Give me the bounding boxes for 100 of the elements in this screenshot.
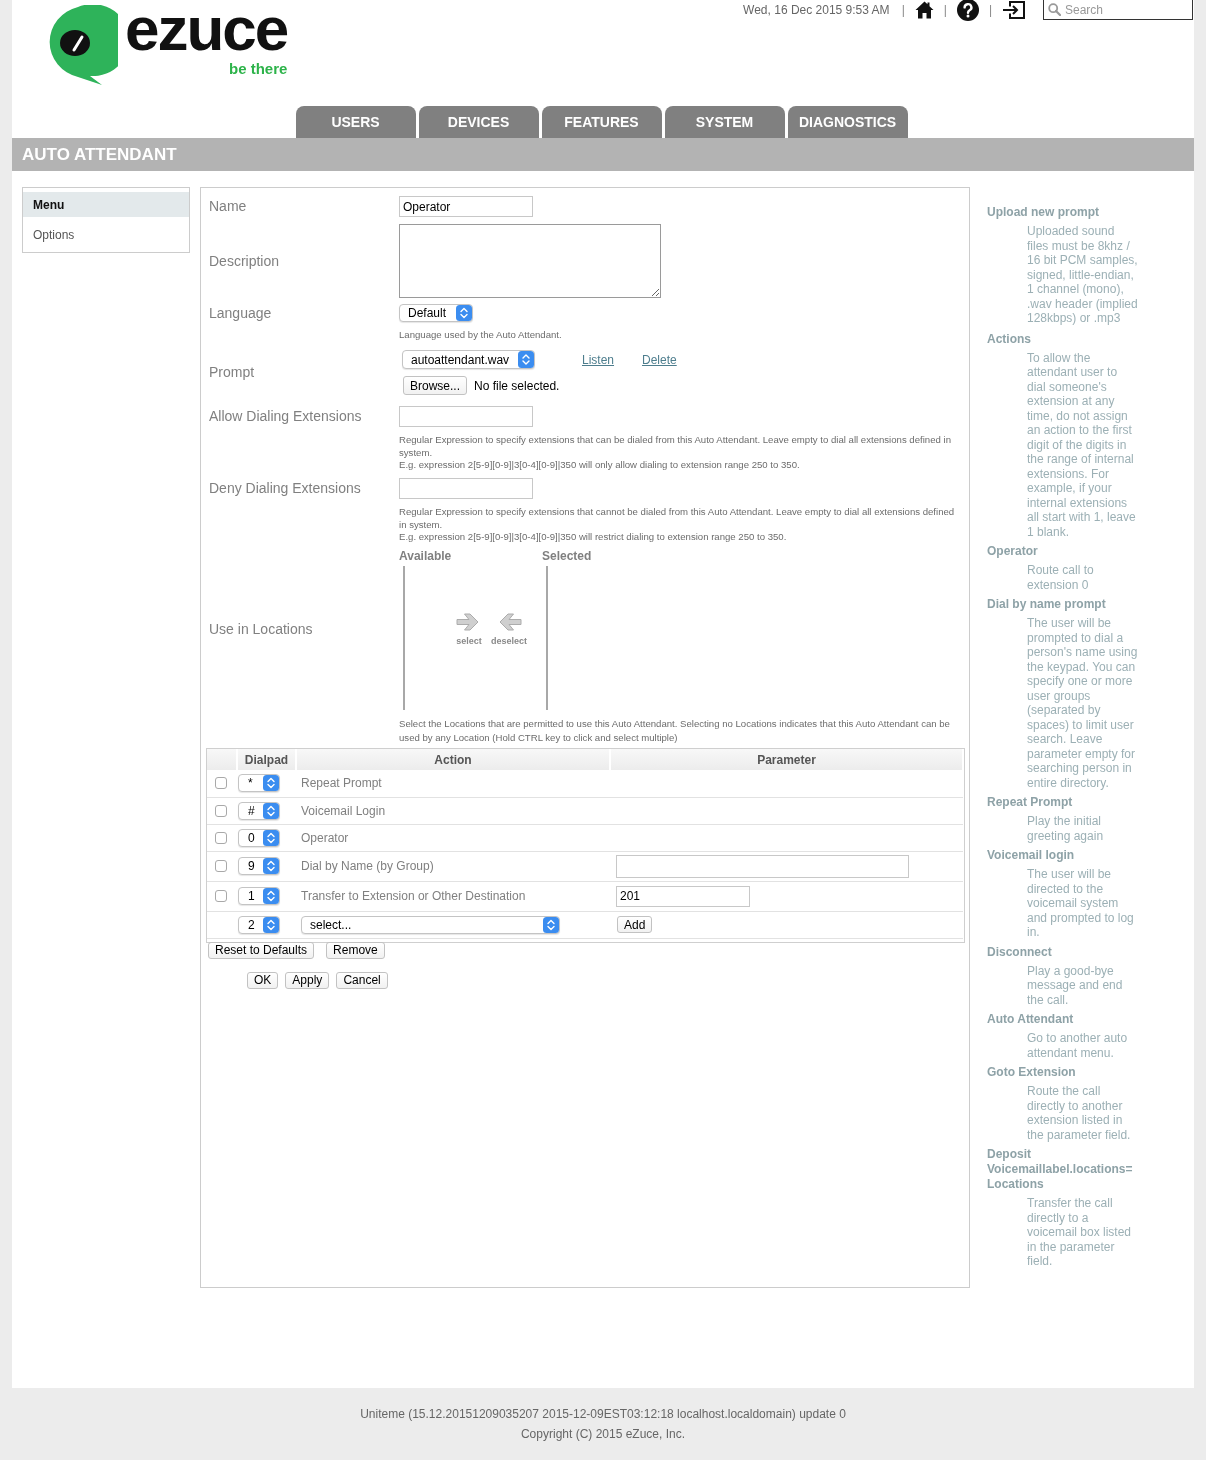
hint-text: E.g. expression 2[5-9][0-9]|3[0-4][0-9]|350 will restrict dialing to extension range 250 to 350. [399, 531, 788, 544]
sign-out-icon[interactable] [1002, 1, 1025, 19]
help-heading: Operator [987, 544, 1039, 559]
reset-defaults-button[interactable]: Reset to Defaults [208, 941, 315, 959]
key-dropdown[interactable]: 0 [238, 828, 280, 847]
key-dropdown[interactable]: # [238, 801, 280, 820]
logo-tagline: be there [228, 61, 288, 77]
deny-extensions-input[interactable] [399, 478, 533, 499]
help-text: Route the call directly to another extension listed in the parameter field. [1027, 1084, 1132, 1142]
field-label: Allow Dialing Extensions [209, 408, 363, 425]
hint-text: Select the Locations that are permitted to use this Auto Attendant. Selecting no Locations indicates that this Auto Attendant can be used by any Location (Hold CTRL key to click and select multiple) [399, 717, 951, 745]
key-dropdown[interactable]: * [238, 774, 280, 793]
checkbox[interactable] [215, 860, 227, 872]
updown-chevron-icon [263, 858, 279, 874]
action-text: Transfer to Extension or Other Destination [301, 889, 526, 903]
prompt-dropdown[interactable]: autoattendant.wav [402, 350, 535, 369]
field-label: Language [209, 304, 273, 322]
hint-text: Language used by the Auto Attendant. [399, 329, 563, 340]
allow-extensions-input[interactable] [399, 406, 533, 427]
nav-tab[interactable]: SYSTEM [664, 106, 785, 138]
hint-text: Regular Expression to specify extensions that cannot be dialed from this Auto Attendant. Leave empty to dial all extensions defined in system. [399, 506, 956, 531]
date-time: Wed, 16 Dec 2015 9:53 AM [743, 3, 890, 17]
action-text: Operator [301, 830, 349, 845]
updown-chevron-icon [263, 802, 279, 819]
updown-chevron-icon [263, 888, 279, 904]
help-heading: Voicemail login [987, 848, 1076, 863]
help-text: Route call to extension 0 [1027, 563, 1095, 592]
field-label: Deny Dialing Extensions [209, 480, 362, 497]
apply-button[interactable]: Apply [285, 971, 330, 989]
nav-tab[interactable]: USERS [295, 106, 416, 138]
help-heading: Disconnect [987, 944, 1053, 960]
nav-tab[interactable]: FEATURES [541, 106, 662, 138]
page-title-bar: AUTO ATTENDANT [12, 138, 1194, 171]
cancel-button[interactable]: Cancel [336, 971, 388, 989]
key-dropdown[interactable]: 9 [238, 857, 280, 875]
help-heading: Actions [987, 331, 1032, 347]
column-heading: Available [399, 549, 453, 563]
updown-chevron-icon [543, 916, 559, 933]
help-text: Transfer the call directly to a voicemail box listed in the parameter field. [1027, 1196, 1133, 1269]
language-dropdown[interactable]: Default [399, 304, 473, 322]
key-dropdown[interactable]: 2 [238, 915, 280, 934]
separator: | [988, 3, 992, 17]
column-header: Action [434, 752, 472, 767]
help-heading: Dial by name prompt [987, 597, 1107, 612]
checkbox[interactable] [215, 831, 227, 844]
field-label: Name [209, 198, 248, 215]
help-text: The user will be directed to the voicemail system and prompted to log in. [1027, 867, 1135, 940]
footer-text: Copyright (C) 2015 eZuce, Inc. [520, 1426, 686, 1443]
menu-item[interactable]: Options [23, 222, 189, 247]
action-dropdown[interactable]: select... [301, 915, 560, 934]
key-dropdown[interactable]: 1 [238, 887, 280, 905]
deselect-button[interactable]: deselect [491, 610, 528, 646]
logo-wordmark: ezuce [125, 1, 288, 57]
help-text: Play a good-bye message and end the call. [1027, 963, 1124, 1007]
field-label: Use in Locations [209, 621, 314, 638]
help-heading: Deposit Voicemaillabel.locations= Locations [987, 1147, 1134, 1192]
help-text: To allow the attendant user to dial someone's extension at any time, do not assign an action to the first digit of the digits in the range of internal extensions. For example, if your internal extensions all start with 1, leave 1 blank. [1027, 350, 1137, 539]
updown-chevron-icon [263, 916, 279, 933]
updown-chevron-icon [518, 351, 534, 368]
checkbox[interactable] [215, 777, 227, 790]
separator: | [943, 3, 947, 17]
menu-item[interactable]: Menu [23, 192, 189, 217]
ok-button[interactable]: OK [247, 971, 279, 989]
column-header: Dialpad [244, 752, 289, 767]
separator: | [901, 3, 905, 17]
select-button[interactable]: select [456, 610, 482, 646]
help-text: Uploaded sound files must be 8khz / 16 bit PCM samples, signed, little-endian, 1 channel (mono), .wav header (implied 128kbps) or .mp3 [1027, 224, 1139, 326]
updown-chevron-icon [263, 775, 279, 792]
name-input[interactable]: Operator [399, 196, 533, 217]
search-field[interactable]: Search [1043, 0, 1193, 20]
nav-tab[interactable]: DEVICES [418, 106, 539, 138]
checkbox[interactable] [215, 804, 227, 817]
add-button[interactable]: Add [617, 916, 653, 933]
home-icon[interactable] [914, 1, 934, 19]
help-text: Play the initial greeting again [1027, 814, 1105, 843]
file-status-text: No file selected. [474, 378, 560, 393]
remove-button[interactable]: Remove [326, 941, 385, 959]
parameter-input[interactable]: 201 [616, 885, 750, 907]
column-header: Parameter [757, 752, 816, 767]
hint-text: Regular Expression to specify extensions that can be dialed from this Auto Attendant. Leave empty to dial all extensions defined in system. [399, 434, 952, 459]
help-text: Go to another auto attendant menu. [1027, 1031, 1129, 1060]
listen-link[interactable]: Listen [582, 352, 615, 367]
help-heading: Upload new prompt [987, 205, 1100, 220]
action-text: Dial by Name (by Group) [301, 859, 434, 873]
browse-button[interactable]: Browse... [403, 376, 467, 395]
delete-link[interactable]: Delete [642, 352, 677, 367]
field-label: Description [209, 252, 281, 270]
hint-text: E.g. expression 2[5-9][0-9]|3[0-4][0-9]|350 will only allow dialing to extension range 250 to 350. [399, 459, 801, 472]
nav-tab[interactable]: DIAGNOSTICS [787, 106, 908, 138]
help-text: The user will be prompted to dial a person's name using the keypad. You can specify one or more user groups (separated by spaces) to limit user search. Leave parameter empty for searching person in entire directory. [1027, 616, 1139, 790]
updown-chevron-icon [456, 305, 472, 321]
column-heading: Selected [542, 549, 593, 563]
help-heading: Repeat Prompt [987, 795, 1074, 810]
checkbox[interactable] [215, 890, 227, 902]
help-heading: Auto Attendant [987, 1012, 1075, 1027]
parameter-input[interactable] [616, 854, 909, 878]
search-icon [1048, 3, 1061, 16]
updown-chevron-icon [263, 829, 279, 846]
help-icon[interactable] [956, 0, 979, 21]
description-textarea[interactable] [399, 224, 661, 298]
